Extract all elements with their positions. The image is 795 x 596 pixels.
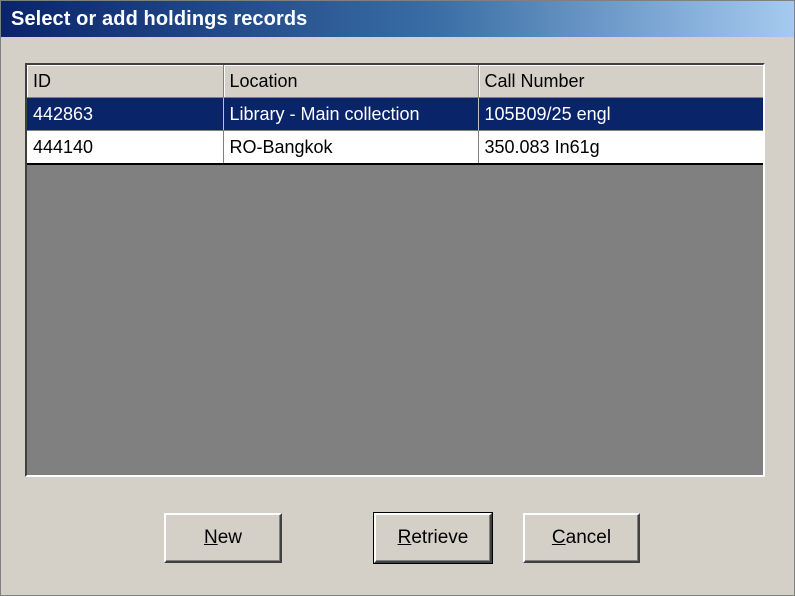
column-header-location[interactable]: Location (223, 65, 479, 98)
retrieve-button-label: etrieve (411, 527, 469, 548)
title-bar[interactable]: Select or add holdings records (1, 1, 794, 37)
new-button-label: ew (217, 527, 243, 548)
column-header-call-number[interactable]: Call Number (478, 65, 763, 98)
dialog-title: Select or add holdings records (11, 7, 308, 30)
new-button-mnemonic: N (203, 527, 218, 548)
cell-location[interactable]: Library - Main collection (223, 97, 479, 131)
cell-location[interactable]: RO-Bangkok (223, 130, 479, 165)
retrieve-button[interactable]: Retrieve (373, 512, 493, 564)
cell-id[interactable]: 444140 (27, 130, 224, 165)
holdings-dialog: Select or add holdings records ID Locati… (0, 0, 795, 596)
cell-call-number[interactable]: 350.083 In61g (478, 130, 763, 165)
holdings-table: ID Location Call Number 442863 Library -… (27, 65, 763, 165)
button-bar: New Retrieve Cancel (1, 512, 795, 564)
cancel-button-label: ancel (565, 527, 612, 548)
retrieve-button-mnemonic: R (397, 527, 412, 548)
new-button[interactable]: New (164, 513, 282, 563)
table-row[interactable]: 444140 RO-Bangkok 350.083 In61g (27, 130, 763, 165)
cancel-button[interactable]: Cancel (523, 513, 640, 563)
cancel-button-mnemonic: C (551, 527, 566, 548)
table-row[interactable]: 442863 Library - Main collection 105B09/… (27, 97, 763, 131)
column-header-id[interactable]: ID (27, 65, 224, 98)
holdings-grid[interactable]: ID Location Call Number 442863 Library -… (25, 63, 765, 477)
cell-id[interactable]: 442863 (27, 97, 224, 131)
cell-call-number[interactable]: 105B09/25 engl (478, 97, 763, 131)
header-row: ID Location Call Number (27, 65, 763, 98)
